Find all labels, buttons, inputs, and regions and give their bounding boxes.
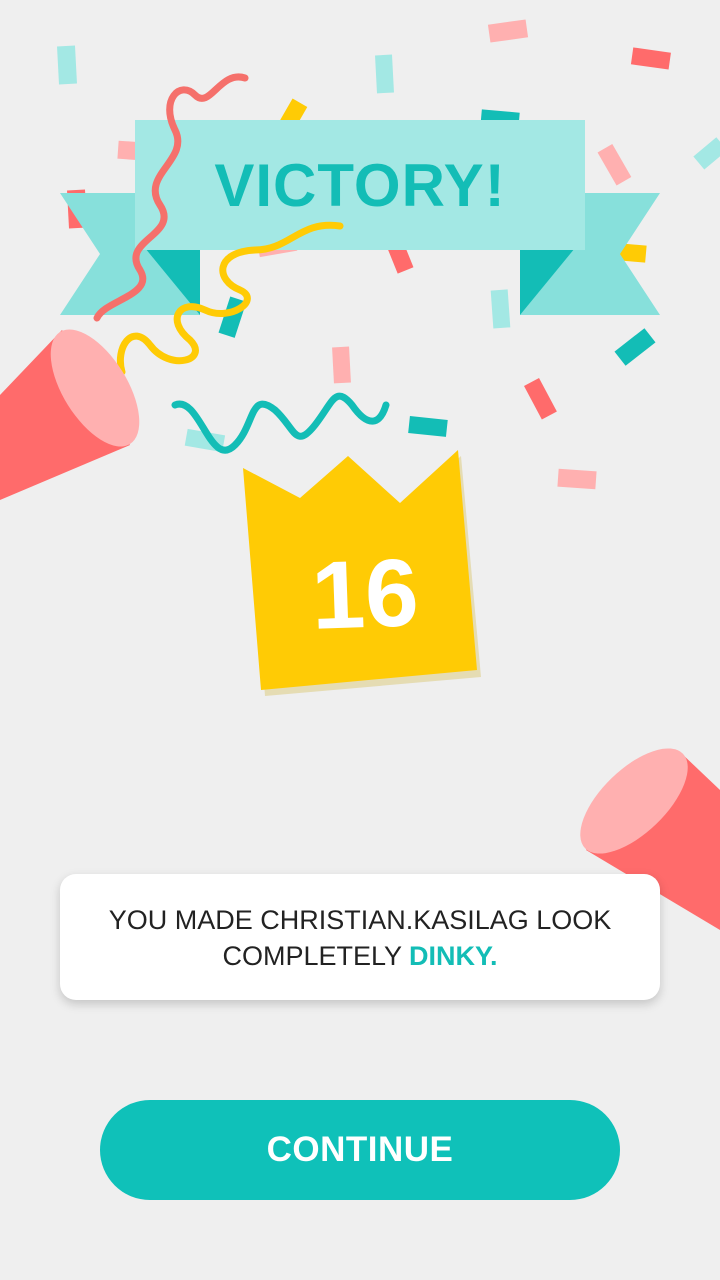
- score-value: 16: [309, 539, 421, 650]
- victory-screen: VICTORY! 16 YOU MADE CHRISTIAN.KASILAG L…: [0, 0, 720, 1280]
- result-message-card: YOU MADE CHRISTIAN.KASILAG LOOK COMPLETE…: [60, 874, 660, 1000]
- result-message-text: YOU MADE CHRISTIAN.KASILAG LOOK COMPLETE…: [108, 905, 612, 971]
- party-popper-left: [0, 329, 140, 500]
- victory-title: VICTORY!: [214, 151, 506, 219]
- result-message-highlight: DINKY.: [409, 941, 498, 971]
- continue-button[interactable]: CONTINUE: [100, 1100, 620, 1200]
